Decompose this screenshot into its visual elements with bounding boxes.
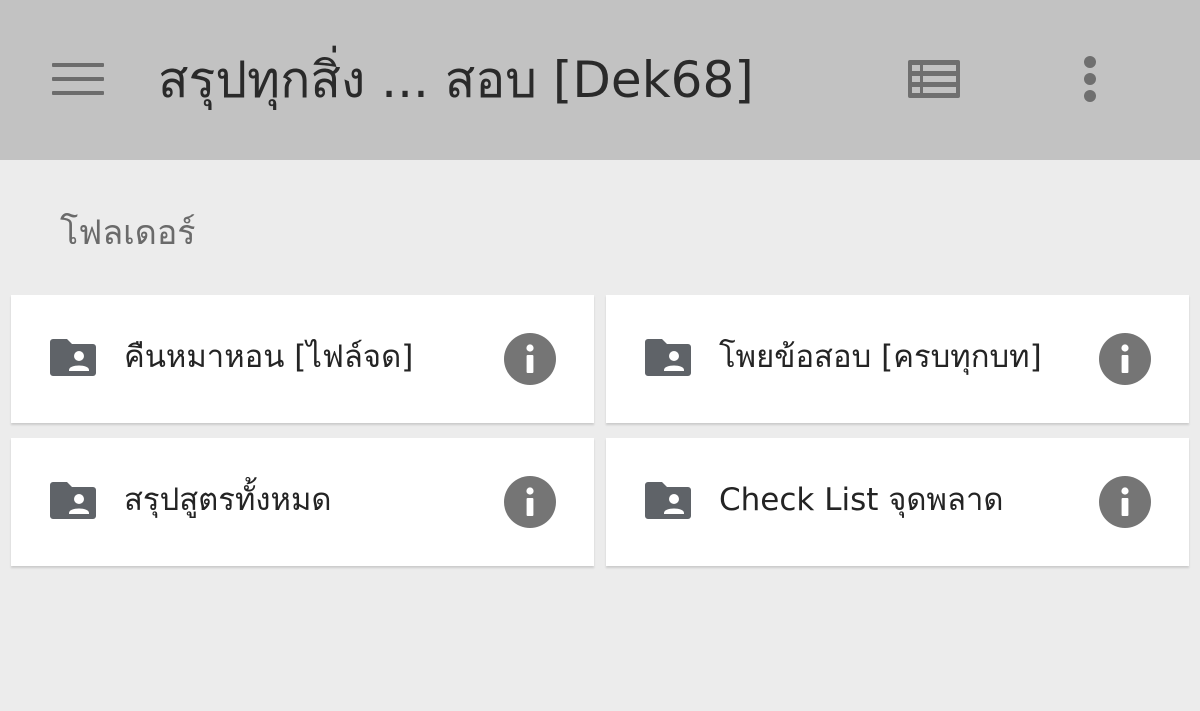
folder-name: โพยข้อสอบ [ครบทุกบท] bbox=[719, 339, 1042, 375]
folder-card[interactable]: คืนหมาหอน [ไฟล์จด] bbox=[11, 295, 594, 423]
folder-card[interactable]: Check List จุดพลาด bbox=[606, 438, 1189, 566]
more-options-button[interactable] bbox=[1068, 50, 1112, 110]
page-title: สรุปทุกสิ่ง ... สอบ [Dek68] bbox=[158, 51, 754, 109]
shared-folder-icon bbox=[645, 339, 691, 376]
info-icon[interactable] bbox=[1099, 333, 1151, 385]
folder-name: คืนหมาหอน [ไฟล์จด] bbox=[124, 339, 414, 375]
shared-folder-icon bbox=[645, 482, 691, 519]
folder-name: สรุปสูตรทั้งหมด bbox=[124, 482, 332, 518]
folder-card[interactable]: สรุปสูตรทั้งหมด bbox=[11, 438, 594, 566]
menu-icon-line bbox=[52, 91, 104, 95]
folder-card[interactable]: โพยข้อสอบ [ครบทุกบท] bbox=[606, 295, 1189, 423]
menu-icon-line bbox=[52, 63, 104, 67]
shared-folder-icon bbox=[50, 482, 96, 519]
info-icon[interactable] bbox=[504, 333, 556, 385]
folder-name: Check List จุดพลาด bbox=[719, 482, 1004, 518]
more-vert-icon bbox=[1084, 56, 1096, 102]
app-bar: สรุปทุกสิ่ง ... สอบ [Dek68] bbox=[0, 0, 1200, 160]
info-icon[interactable] bbox=[1099, 476, 1151, 528]
menu-icon-line bbox=[52, 77, 104, 81]
shared-folder-icon bbox=[50, 339, 96, 376]
folders-section-title: โฟลเดอร์ bbox=[60, 213, 196, 253]
list-view-icon bbox=[908, 60, 960, 98]
list-view-button[interactable] bbox=[902, 54, 966, 104]
info-icon[interactable] bbox=[504, 476, 556, 528]
menu-button[interactable] bbox=[44, 49, 112, 109]
